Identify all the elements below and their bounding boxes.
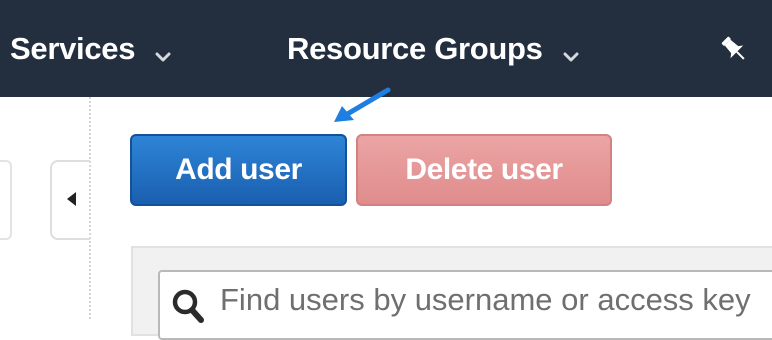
resource-groups-menu-label: Resource Groups [287, 30, 543, 66]
pushpin-icon[interactable] [718, 33, 750, 65]
panel-divider [89, 97, 91, 319]
collapse-sidebar-button[interactable] [50, 160, 90, 240]
delete-user-button[interactable]: Delete user [356, 134, 612, 206]
chevron-down-icon [563, 34, 579, 70]
services-menu[interactable]: Services [10, 0, 171, 97]
search-input[interactable] [220, 278, 772, 322]
services-menu-label: Services [10, 30, 136, 66]
chevron-down-icon [155, 34, 171, 70]
add-user-button[interactable]: Add user [130, 134, 347, 206]
side-panel-edge [0, 160, 12, 240]
triangle-left-icon [67, 192, 76, 206]
annotation-arrow-icon [334, 87, 391, 122]
